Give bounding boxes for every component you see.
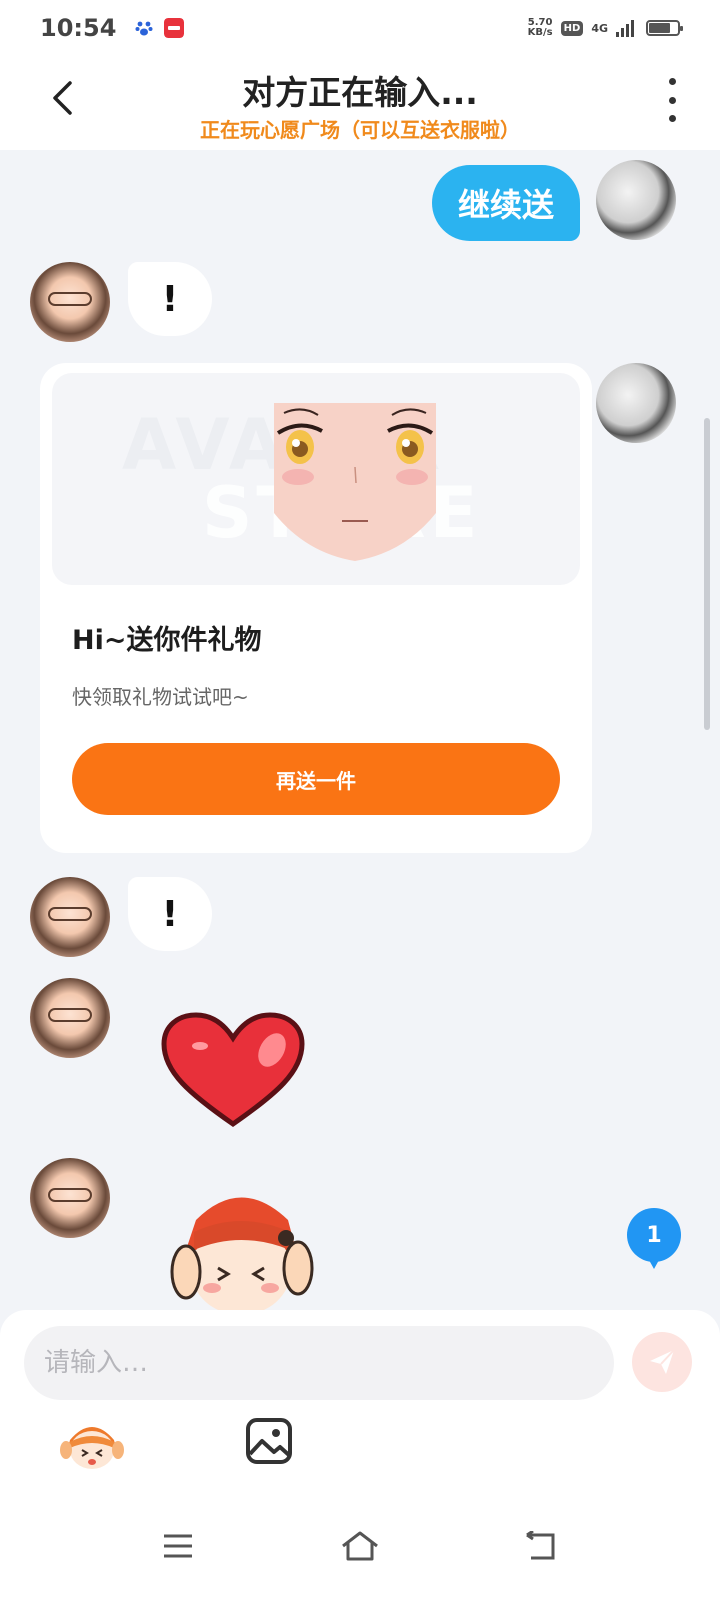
- status-app-icons: [134, 18, 185, 38]
- gift-description: 快领取礼物试试吧~: [72, 685, 249, 709]
- cartoon-character-sticker[interactable]: [166, 1180, 316, 1310]
- signal-icon: [616, 19, 634, 37]
- return-icon: [526, 1531, 555, 1560]
- nav-menu-button[interactable]: [154, 1526, 202, 1566]
- gift-title: Hi~送你件礼物: [72, 625, 262, 656]
- more-options-button[interactable]: [660, 78, 684, 122]
- more-dot-icon: [668, 115, 676, 122]
- status-time: 10:54: [40, 14, 117, 42]
- contact-avatar[interactable]: [30, 1158, 110, 1238]
- unread-count-badge[interactable]: 1: [627, 1208, 681, 1269]
- self-avatar[interactable]: [596, 363, 676, 443]
- self-message-bubble[interactable]: 继续送: [431, 165, 580, 241]
- contact-message-bubble[interactable]: !: [128, 262, 212, 336]
- status-bar: 10:54 5.70 KB/s HD 4G: [0, 0, 720, 56]
- send-button[interactable]: [632, 1332, 692, 1392]
- contact-avatar[interactable]: [30, 978, 110, 1058]
- system-nav-bar: [0, 1490, 720, 1600]
- red-app-icon: [164, 18, 185, 38]
- self-avatar[interactable]: [596, 160, 676, 240]
- message-composer: [0, 1310, 720, 1490]
- heart-sticker[interactable]: [160, 1012, 306, 1128]
- hd-badge: HD: [560, 20, 584, 36]
- send-another-gift-button[interactable]: 再送一件: [72, 743, 560, 815]
- contact-message-bubble[interactable]: !: [128, 877, 212, 951]
- nav-back-button[interactable]: [516, 1526, 564, 1566]
- network-type: 4G: [591, 21, 608, 35]
- scrollbar[interactable]: [704, 418, 710, 730]
- home-icon: [342, 1531, 378, 1561]
- gift-image: AVATAR STORE: [52, 373, 580, 585]
- contact-avatar[interactable]: [30, 877, 110, 957]
- more-dot-icon: [668, 78, 676, 85]
- message-input[interactable]: [24, 1326, 614, 1400]
- status-right: 5.70 KB/s HD 4G: [528, 18, 683, 38]
- gift-card[interactable]: AVATAR STORE Hi~送你件礼物 快领取礼物试试吧~: [40, 363, 592, 853]
- chat-message-list[interactable]: 继续送 ! AVATAR STORE: [0, 150, 720, 1310]
- network-speed: 5.70 KB/s: [528, 18, 553, 38]
- avatar-face-image: [274, 403, 436, 561]
- battery-icon: [646, 20, 683, 36]
- nav-home-button[interactable]: [336, 1526, 384, 1566]
- contact-avatar[interactable]: [30, 262, 110, 342]
- paw-app-icon: [135, 21, 153, 36]
- chat-header: 对方正在输入... 正在玩心愿广场（可以互送衣服啦）: [0, 56, 720, 150]
- emoji-sticker-icon[interactable]: [60, 1416, 124, 1472]
- network-speed-unit: KB/s: [527, 27, 553, 38]
- image-picker-icon[interactable]: [244, 1416, 294, 1466]
- send-icon: [650, 1349, 675, 1374]
- menu-icon: [164, 1534, 192, 1558]
- more-dot-icon: [668, 96, 676, 104]
- page-subtitle: 正在玩心愿广场（可以互送衣服啦）: [200, 118, 520, 142]
- page-title: 对方正在输入...: [242, 73, 478, 112]
